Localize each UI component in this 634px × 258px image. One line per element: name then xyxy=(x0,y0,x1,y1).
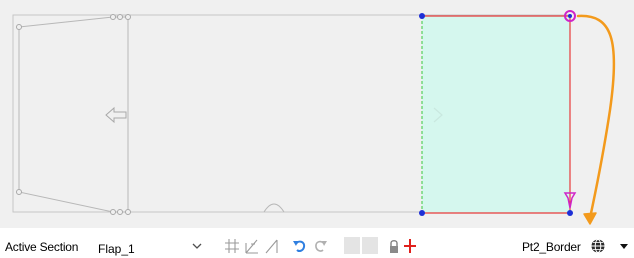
canvas-drawing xyxy=(12,10,616,225)
disabled-tool-button[interactable] xyxy=(362,237,378,254)
bottom-toolbar: Active Section Flap_1 Pt2_Border xyxy=(0,228,634,256)
globe-icon[interactable] xyxy=(590,238,606,254)
drawing-canvas[interactable] xyxy=(0,0,634,228)
vertex-bottom-left xyxy=(419,210,425,216)
callout-arrow xyxy=(576,14,616,220)
active-section-fill xyxy=(422,16,570,213)
vertex-top-left xyxy=(419,13,425,19)
angle-snap-icon[interactable] xyxy=(244,238,260,254)
line-snap-icon[interactable] xyxy=(264,238,280,254)
redo-icon[interactable] xyxy=(312,238,328,254)
active-section-value: Flap_1 xyxy=(98,242,135,256)
caret-down-icon[interactable] xyxy=(618,238,634,254)
disabled-tool-button[interactable] xyxy=(344,237,360,254)
undo-icon[interactable] xyxy=(292,238,308,254)
red-pin-icon[interactable] xyxy=(402,238,418,254)
chevron-down-icon xyxy=(190,239,204,253)
point-name-label: Pt2_Border xyxy=(522,240,581,254)
lock-icon[interactable] xyxy=(386,238,402,254)
vertex-bottom-right xyxy=(567,210,573,216)
grid-snap-icon[interactable] xyxy=(224,238,240,254)
active-section-label: Active Section xyxy=(5,240,79,254)
active-section-dropdown[interactable]: Flap_1 xyxy=(96,236,208,256)
